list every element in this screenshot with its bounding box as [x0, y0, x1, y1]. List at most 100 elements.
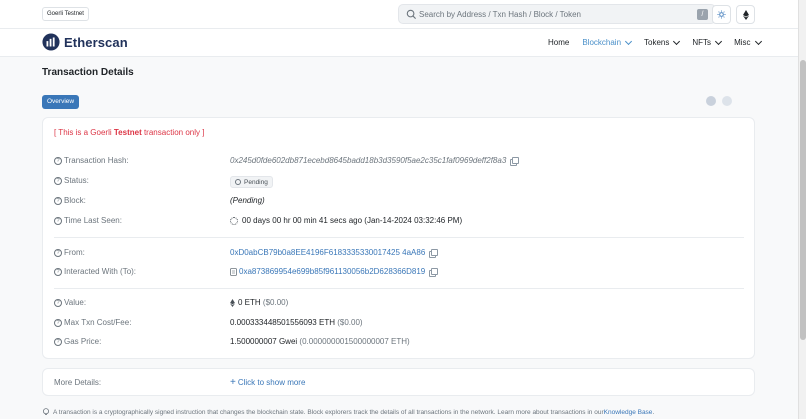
brand-name: Etherscan	[64, 34, 128, 50]
nav-nfts[interactable]: NFTs	[692, 37, 723, 47]
value-wrap: (Pending)	[230, 196, 265, 205]
label-wrap: ? Block:	[54, 196, 86, 205]
label-transaction-hash: Transaction Hash:	[64, 156, 129, 165]
etherscan-logo[interactable]: Etherscan	[42, 33, 128, 51]
lightbulb-icon	[43, 408, 49, 415]
network-badge[interactable]: Goerli Testnet	[42, 7, 89, 21]
search-input[interactable]	[419, 7, 689, 22]
value-usd: ($0.00)	[262, 298, 289, 307]
help-icon[interactable]: ?	[54, 156, 62, 165]
help-icon[interactable]: ?	[54, 337, 62, 346]
ethereum-icon	[230, 298, 235, 307]
value-wrap: 0 ETH ($0.00)	[230, 298, 288, 307]
show-more-button[interactable]: + Click to show more	[230, 376, 306, 388]
more-details-card: More Details: + Click to show more	[42, 368, 755, 396]
chevron-down-icon	[673, 37, 681, 45]
chevron-down-icon	[624, 37, 633, 45]
label-wrap: ? Value:	[54, 298, 86, 307]
help-icon[interactable]: ?	[54, 216, 62, 225]
label-max-txn-fee: Max Txn Cost/Fee:	[64, 318, 132, 327]
nav-blockchain[interactable]: Blockchain	[582, 37, 633, 47]
copy-icon[interactable]	[429, 268, 439, 277]
nav-blockchain-label: Blockchain	[582, 38, 622, 47]
testnet-notice-suffix: transaction only ]	[141, 128, 205, 137]
nav-home-label: Home	[548, 38, 570, 47]
row-status: ? Status: Pending	[54, 176, 744, 190]
search-icon	[406, 9, 417, 20]
value-wrap: 00 days 00 hr 00 min 41 secs ago (Jan-14…	[230, 216, 462, 225]
footer-note-text: A transaction is a cryptographically sig…	[53, 408, 604, 416]
divider	[54, 237, 744, 238]
scroll-thumb[interactable]	[800, 60, 806, 340]
label-status: Status:	[64, 176, 89, 185]
network-switch-button[interactable]	[736, 5, 755, 24]
block-value: (Pending)	[230, 196, 265, 205]
row-block: ? Block: (Pending)	[54, 196, 744, 210]
row-interacted-with: ? Interacted With (To): 0xa873869954e699b…	[54, 267, 744, 281]
label-interacted-with: Interacted With (To):	[64, 267, 137, 276]
row-from: ? From: 0xD0abCB79b0a8EE4196F618333533001…	[54, 248, 744, 262]
divider	[54, 288, 744, 289]
nav-tokens-label: Tokens	[644, 38, 670, 47]
options-dot-button[interactable]	[722, 96, 732, 106]
transaction-details-card: [ This is a Goerli Testnet transaction o…	[42, 117, 755, 359]
transaction-hash-value: 0x245d0fde602db871ecebd8645badd18b3d3590…	[230, 156, 507, 165]
value-wrap: 0xa873869954e699b85f961130056b2D628366D8…	[230, 267, 439, 277]
label-wrap: ? Gas Price:	[54, 337, 101, 346]
help-icon[interactable]: ?	[54, 298, 62, 307]
help-icon[interactable]: ?	[54, 248, 62, 257]
help-icon[interactable]: ?	[54, 176, 62, 185]
status-badge: Pending	[230, 176, 273, 188]
from-address-link[interactable]: 0xD0abCB79b0a8EE4196F6183335330017425 4a…	[230, 248, 425, 257]
testnet-notice-bold: Testnet	[113, 128, 142, 137]
footer-note-end: .	[652, 408, 655, 416]
label-wrap: More Details:	[54, 378, 101, 387]
row-time-last-seen: ? Time Last Seen: 00 days 00 hr 00 min 41…	[54, 216, 744, 230]
theme-toggle-button[interactable]	[712, 5, 731, 24]
value-wrap: Pending	[230, 176, 273, 188]
gas-eth: (0.000000001500000007 ETH)	[299, 337, 410, 346]
tab-overview[interactable]: Overview	[42, 95, 80, 109]
plus-icon: +	[230, 376, 236, 388]
copy-icon[interactable]	[510, 157, 520, 166]
to-address-link[interactable]: 0xa873869954e699b85f961130056b2D628366D8…	[239, 267, 425, 276]
time-last-seen-value: 00 days 00 hr 00 min 41 secs ago (Jan-14…	[242, 216, 463, 225]
sun-icon	[717, 10, 726, 19]
help-icon[interactable]: ?	[54, 267, 62, 276]
label-from: From:	[64, 248, 85, 257]
clock-icon	[235, 179, 241, 185]
gas-amount: 1.500000007 Gwei	[230, 337, 298, 346]
nav-tokens[interactable]: Tokens	[644, 37, 681, 47]
nav-misc[interactable]: Misc	[734, 37, 762, 47]
contract-file-icon	[230, 267, 237, 276]
value-wrap: 1.500000007 Gwei (0.000000001500000007 E…	[230, 337, 410, 346]
label-gas-price: Gas Price:	[64, 337, 102, 346]
label-time-last-seen: Time Last Seen:	[64, 216, 122, 225]
help-icon[interactable]: ?	[54, 196, 62, 205]
row-max-txn-fee: ? Max Txn Cost/Fee: 0.000333448501556093 …	[54, 318, 744, 332]
row-value: ? Value: 0 ETH ($0.00)	[54, 298, 744, 312]
label-block: Block:	[64, 196, 86, 205]
status-value: Pending	[244, 178, 268, 186]
page-title: Transaction Details	[42, 67, 134, 78]
footer-note: A transaction is a cryptographically sig…	[42, 408, 654, 416]
row-transaction-hash: ? Transaction Hash: 0x245d0fde602db871ece…	[54, 156, 744, 170]
copy-icon[interactable]	[429, 249, 439, 258]
main-navbar: Etherscan Home Blockchain Tokens NFTs Mi…	[0, 29, 806, 57]
value-wrap: 0x245d0fde602db871ecebd8645badd18b3d3590…	[230, 156, 520, 166]
options-dot-button[interactable]	[706, 96, 716, 106]
value-wrap: 0xD0abCB79b0a8EE4196F6183335330017425 4a…	[230, 248, 439, 258]
scrollbar[interactable]	[798, 0, 806, 419]
label-value: Value:	[64, 298, 87, 307]
search-box[interactable]: /	[398, 4, 716, 24]
chevron-down-icon	[754, 37, 762, 45]
fee-usd: ($0.00)	[337, 318, 363, 327]
value-amount: 0 ETH	[238, 298, 261, 307]
spinner-icon	[230, 216, 238, 225]
help-icon[interactable]: ?	[54, 318, 62, 327]
search-shortcut-key: /	[697, 9, 708, 20]
knowledge-base-link[interactable]: Knowledge Base	[604, 409, 653, 416]
nav-menu: Home Blockchain Tokens NFTs Misc	[548, 37, 774, 47]
show-more-link[interactable]: Click to show more	[238, 378, 306, 387]
nav-home[interactable]: Home	[548, 38, 569, 47]
